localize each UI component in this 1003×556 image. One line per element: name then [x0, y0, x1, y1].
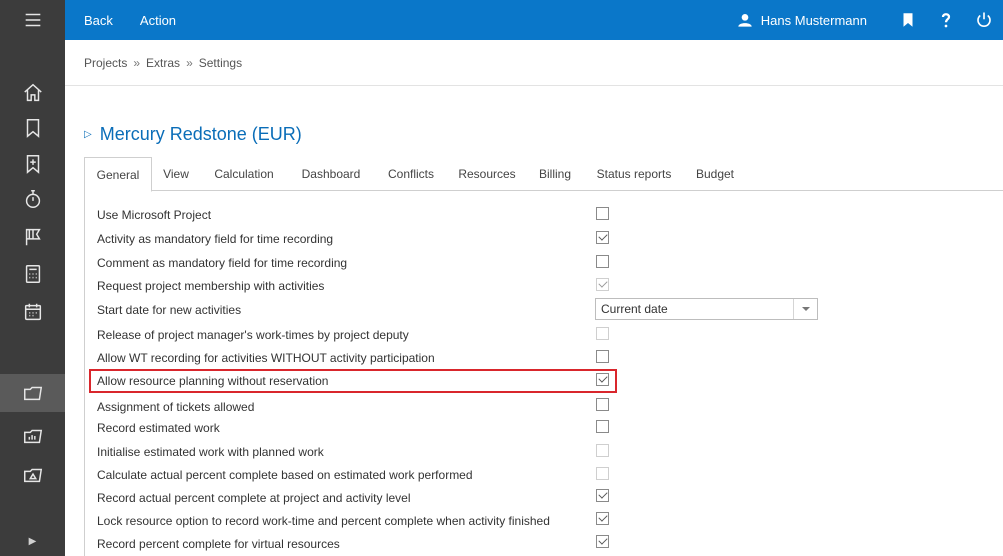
setting-label: Record estimated work — [97, 421, 220, 435]
top-bar: Back Action Hans Mustermann — [65, 0, 1003, 40]
tab-budget[interactable]: Budget — [684, 157, 746, 191]
request-membership-checkbox[interactable] — [596, 278, 609, 291]
record-estimated-work-checkbox[interactable] — [596, 420, 609, 433]
setting-label: Release of project manager's work-times … — [97, 328, 409, 342]
setting-label: Calculate actual percent complete based … — [97, 468, 473, 482]
calculate-percent-complete-checkbox[interactable] — [596, 467, 609, 480]
user-icon — [738, 14, 752, 27]
breadcrumb-projects[interactable]: Projects — [84, 56, 127, 70]
tab-general[interactable]: General — [84, 157, 152, 192]
breadcrumb-settings: Settings — [198, 55, 243, 70]
setting-label: Initialise estimated work with planned w… — [97, 445, 324, 459]
start-date-select[interactable]: Current date — [595, 298, 818, 320]
setting-label: Record actual percent complete at projec… — [97, 491, 411, 505]
breadcrumb-extras[interactable]: Extras — [146, 56, 180, 70]
calendar-icon[interactable] — [0, 293, 65, 331]
projects-folder-icon[interactable] — [0, 374, 65, 412]
menu-icon[interactable] — [0, 1, 65, 39]
setting-label: Use Microsoft Project — [97, 208, 212, 222]
tab-billing[interactable]: Billing — [526, 157, 584, 191]
breadcrumb-separator: » — [186, 55, 193, 70]
tab-status-reports[interactable]: Status reports — [584, 157, 684, 191]
expand-rail-icon[interactable]: ▶ — [0, 526, 65, 556]
project-title[interactable]: ▷ Mercury Redstone (EUR) — [84, 124, 302, 145]
start-date-select-value: Current date — [601, 302, 668, 316]
ticket-assignment-checkbox[interactable] — [596, 398, 609, 411]
breadcrumb: Projects » Extras » Settings — [65, 40, 1003, 86]
lock-resource-option-checkbox[interactable] — [596, 512, 609, 525]
comment-mandatory-checkbox[interactable] — [596, 255, 609, 268]
activity-mandatory-checkbox[interactable] — [596, 231, 609, 244]
tab-resources[interactable]: Resources — [448, 157, 526, 191]
initialise-estimated-work-checkbox[interactable] — [596, 444, 609, 457]
setting-label: Record percent complete for virtual reso… — [97, 537, 340, 551]
setting-label: Start date for new activities — [97, 303, 242, 317]
use-ms-project-checkbox[interactable] — [596, 207, 609, 220]
tab-calculation[interactable]: Calculation — [200, 157, 288, 191]
chevron-down-icon[interactable] — [793, 299, 817, 319]
setting-label: Comment as mandatory field for time reco… — [97, 256, 348, 270]
setting-label: Request project membership with activiti… — [97, 279, 325, 293]
checkered-flag-icon[interactable] — [0, 218, 65, 256]
bookmark-add-icon[interactable] — [0, 145, 65, 183]
power-icon[interactable] — [965, 0, 1003, 40]
expand-triangle-icon: ▷ — [84, 129, 92, 140]
breadcrumb-separator: » — [133, 55, 141, 70]
user-name: Hans Mustermann — [760, 12, 867, 28]
tab-view[interactable]: View — [152, 157, 200, 191]
setting-label: Allow WT recording for activities WITHOU… — [97, 351, 435, 365]
setting-label: Assignment of tickets allowed — [97, 400, 255, 414]
setting-label: Activity as mandatory field for time rec… — [97, 232, 334, 246]
back-button[interactable]: Back — [84, 13, 113, 28]
record-actual-percent-checkbox[interactable] — [596, 489, 609, 502]
calculator-icon[interactable] — [0, 255, 65, 293]
setting-label: Allow resource planning without reservat… — [97, 374, 329, 388]
virtual-resources-percent-checkbox[interactable] — [596, 535, 609, 548]
side-navigation-rail: ▶ — [0, 0, 65, 556]
resource-folder-icon[interactable] — [0, 456, 65, 494]
user-menu[interactable]: Hans Mustermann — [737, 12, 867, 28]
allow-resource-planning-checkbox[interactable] — [596, 373, 609, 386]
tab-conflicts[interactable]: Conflicts — [374, 157, 448, 191]
settings-tabs: General View Calculation Dashboard Confl… — [84, 157, 1003, 192]
bookmark-icon[interactable] — [0, 109, 65, 147]
setting-label: Lock resource option to record work-time… — [97, 514, 550, 528]
bookmark-top-icon[interactable] — [889, 0, 927, 40]
action-menu-button[interactable]: Action — [140, 13, 176, 28]
portfolio-chart-folder-icon[interactable] — [0, 417, 65, 455]
allow-wt-recording-checkbox[interactable] — [596, 350, 609, 363]
tab-dashboard[interactable]: Dashboard — [288, 157, 374, 191]
stopwatch-icon[interactable] — [0, 180, 65, 218]
help-icon[interactable] — [927, 0, 965, 40]
project-title-text: Mercury Redstone (EUR) — [99, 124, 302, 144]
release-worktimes-checkbox[interactable] — [596, 327, 609, 340]
home-icon[interactable] — [0, 74, 65, 112]
